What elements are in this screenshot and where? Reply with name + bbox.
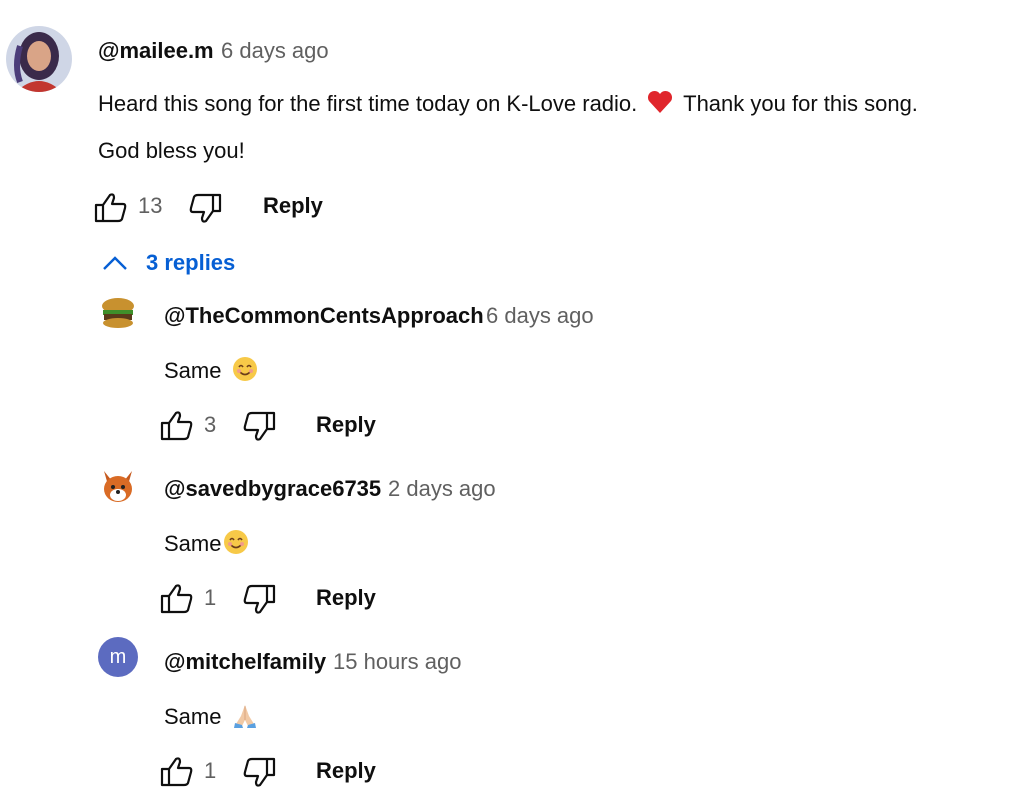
reply-time[interactable]: 6 days ago [486,303,594,329]
like-icon[interactable] [160,582,194,614]
reply-text-value: Same [164,530,222,556]
like-icon[interactable] [160,755,194,787]
like-count: 1 [204,758,217,783]
dislike-icon[interactable] [188,193,222,225]
reply-author[interactable]: @TheCommonCentsApproach [164,303,484,329]
avatar[interactable] [98,465,138,505]
reply-text-value: Same [164,703,222,729]
reply-author[interactable]: @savedbygrace6735 [164,476,381,502]
reply-text: Same [164,529,253,561]
heart-emoji [647,90,673,120]
like-count: 1 [204,585,217,610]
like-count: 13 [138,193,163,218]
smiling-face-emoji [232,356,258,388]
comment-text-line1: Heard this song for the first time today… [98,90,918,120]
reply-button[interactable]: Reply [316,758,376,784]
like-icon[interactable] [94,191,128,223]
dislike-icon[interactable] [242,757,276,789]
reply-author[interactable]: @mitchelfamily [164,649,326,675]
reply-text-value: Same [164,357,222,383]
avatar[interactable] [98,292,138,332]
reply-time[interactable]: 15 hours ago [333,649,461,675]
dislike-icon[interactable] [242,584,276,616]
reply-time[interactable]: 2 days ago [388,476,496,502]
like-icon[interactable] [160,409,194,441]
reply-text: Same [164,356,262,388]
reply-button[interactable]: Reply [263,193,323,219]
reply-button[interactable]: Reply [316,585,376,611]
avatar[interactable] [6,26,72,92]
chevron-up-icon [103,256,127,270]
avatar[interactable]: m [98,637,138,677]
comment-time[interactable]: 6 days ago [221,38,329,64]
like-count: 3 [204,412,217,437]
smiling-face-emoji [223,529,249,561]
dislike-icon[interactable] [242,411,276,443]
replies-count-label: 3 replies [146,250,236,275]
comment-text-line2: God bless you! [98,138,245,163]
comment-author[interactable]: @mailee.m [98,38,214,64]
replies-toggle[interactable]: 3 replies [102,248,235,278]
reply-button[interactable]: Reply [316,412,376,438]
folded-hands-emoji [232,702,258,734]
comment-text-part2: Thank you for this song. [683,90,918,116]
reply-text: Same [164,702,262,734]
comment-text-part1: Heard this song for the first time today… [98,90,638,116]
